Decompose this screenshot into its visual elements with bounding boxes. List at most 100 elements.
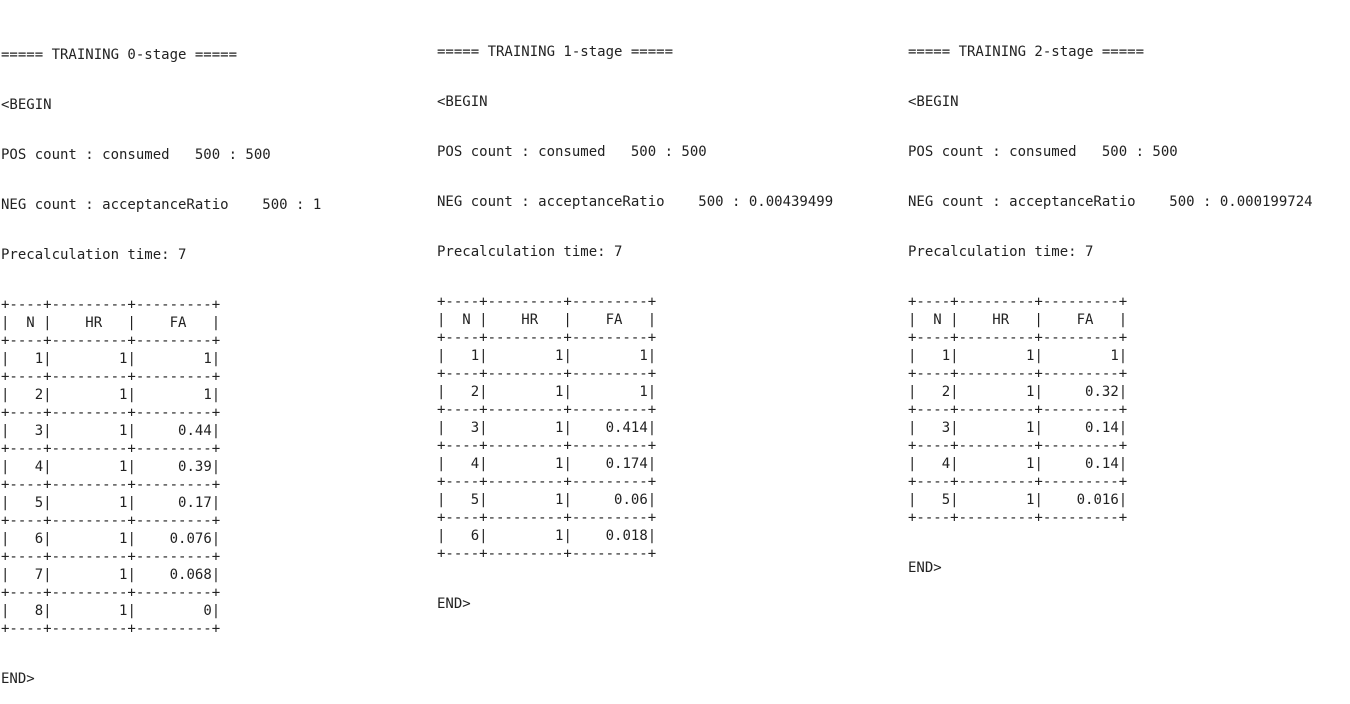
table-border: +----+---------+---------+ — [437, 474, 657, 490]
table-border: +----+---------+---------+ — [908, 294, 1128, 310]
cell-hr: 1 — [51, 423, 128, 439]
cell-hr: 1 — [958, 492, 1035, 508]
table-border: +----+---------+---------+ — [908, 366, 1128, 382]
table-border: +----+---------+---------+ — [1, 369, 221, 385]
table-border: +----+---------+---------+ — [437, 402, 657, 418]
cell-n: 1 — [916, 348, 951, 364]
pos-count-line: POS count : consumed 500 : 500 — [1, 147, 271, 163]
training-stage-0-log: ===== TRAINING 0-stage ===== <BEGIN POS … — [1, 14, 321, 704]
table-row: | 7| 1| 0.068| — [1, 567, 221, 583]
table-border: +----+---------+---------+ — [1, 513, 221, 529]
cell-n: 3 — [445, 420, 480, 436]
cell-n: 2 — [916, 384, 951, 400]
cell-fa: 0.44 — [135, 423, 212, 439]
precalculation-time-line: Precalculation time: 7 — [908, 244, 1094, 260]
end-marker: END> — [1, 671, 35, 687]
cell-hr: 1 — [51, 387, 128, 403]
stage-header: ===== TRAINING 1-stage ===== — [437, 44, 674, 60]
cell-n: 1 — [445, 348, 480, 364]
cell-fa: 0.17 — [135, 495, 212, 511]
cell-hr: 1 — [487, 528, 564, 544]
cell-n: 7 — [9, 567, 44, 583]
table-row: | 3| 1| 0.14| — [908, 420, 1128, 436]
table-border: +----+---------+---------+ — [437, 366, 657, 382]
cell-fa: 0.06 — [571, 492, 648, 508]
table-row: | 5| 1| 0.17| — [1, 495, 221, 511]
cell-hr: 1 — [487, 492, 564, 508]
table-border: +----+---------+---------+ — [1, 477, 221, 493]
begin-marker: <BEGIN — [437, 94, 488, 110]
cell-fa: 0.174 — [571, 456, 648, 472]
cell-fa: 0.016 — [1042, 492, 1119, 508]
cell-n: 8 — [9, 603, 44, 619]
cell-hr: 1 — [51, 351, 128, 367]
table-border: +----+---------+---------+ — [1, 621, 221, 637]
table-row: | 2| 1| 1| — [1, 387, 221, 403]
cell-fa: 0.14 — [1042, 420, 1119, 436]
cell-hr: 1 — [487, 456, 564, 472]
cell-hr: 1 — [51, 459, 128, 475]
neg-count-line: NEG count : acceptanceRatio 500 : 0.0043… — [437, 194, 834, 210]
table-row: | 1| 1| 1| — [437, 348, 657, 364]
table-border: +----+---------+---------+ — [908, 402, 1128, 418]
table-border: +----+---------+---------+ — [437, 294, 657, 310]
table-border: +----+---------+---------+ — [437, 546, 657, 562]
table-border: +----+---------+---------+ — [437, 510, 657, 526]
table-border: +----+---------+---------+ — [1, 585, 221, 601]
training-stage-2-log: ===== TRAINING 2-stage ===== <BEGIN POS … — [908, 11, 1313, 593]
table-row: | 3| 1| 0.44| — [1, 423, 221, 439]
cell-hr: 1 — [51, 531, 128, 547]
cell-n: 4 — [445, 456, 480, 472]
cell-fa: 0.32 — [1042, 384, 1119, 400]
end-marker: END> — [437, 596, 471, 612]
precalculation-time-line: Precalculation time: 7 — [437, 244, 623, 260]
stage-header: ===== TRAINING 2-stage ===== — [908, 44, 1145, 60]
training-stage-1-log: ===== TRAINING 1-stage ===== <BEGIN POS … — [437, 11, 833, 629]
cell-fa: 0.414 — [571, 420, 648, 436]
stats-table: +----+---------+---------+ | N | HR | FA … — [1, 296, 321, 638]
begin-marker: <BEGIN — [1, 97, 52, 113]
cell-n: 2 — [445, 384, 480, 400]
cell-fa: 0 — [135, 603, 212, 619]
table-border: +----+---------+---------+ — [908, 330, 1128, 346]
cell-fa: 1 — [135, 387, 212, 403]
table-row: | 6| 1| 0.076| — [1, 531, 221, 547]
table-row: | 4| 1| 0.39| — [1, 459, 221, 475]
cell-hr: 1 — [487, 348, 564, 364]
stage-header: ===== TRAINING 0-stage ===== — [1, 47, 238, 63]
begin-marker: <BEGIN — [908, 94, 959, 110]
cell-fa: 0.076 — [135, 531, 212, 547]
table-header-row: | N | HR | FA | — [1, 315, 221, 331]
cell-fa: 1 — [1042, 348, 1119, 364]
table-header-row: | N | HR | FA | — [908, 312, 1128, 328]
table-border: +----+---------+---------+ — [437, 330, 657, 346]
cell-n: 4 — [9, 459, 44, 475]
table-border: +----+---------+---------+ — [1, 441, 221, 457]
cell-fa: 0.068 — [135, 567, 212, 583]
stats-table: +----+---------+---------+ | N | HR | FA … — [437, 293, 833, 563]
table-border: +----+---------+---------+ — [1, 549, 221, 565]
cell-fa: 0.39 — [135, 459, 212, 475]
cell-n: 2 — [9, 387, 44, 403]
table-row: | 1| 1| 1| — [1, 351, 221, 367]
cell-hr: 1 — [51, 603, 128, 619]
table-border: +----+---------+---------+ — [1, 333, 221, 349]
cell-fa: 0.14 — [1042, 456, 1119, 472]
table-row: | 2| 1| 1| — [437, 384, 657, 400]
table-row: | 4| 1| 0.174| — [437, 456, 657, 472]
table-row: | 4| 1| 0.14| — [908, 456, 1128, 472]
table-border: +----+---------+---------+ — [1, 405, 221, 421]
table-row: | 1| 1| 1| — [908, 348, 1128, 364]
cell-n: 3 — [916, 420, 951, 436]
pos-count-line: POS count : consumed 500 : 500 — [908, 144, 1178, 160]
neg-count-line: NEG count : acceptanceRatio 500 : 1 — [1, 197, 322, 213]
precalculation-time-line: Precalculation time: 7 — [1, 247, 187, 263]
table-border: +----+---------+---------+ — [908, 510, 1128, 526]
cell-n: 5 — [445, 492, 480, 508]
table-border: +----+---------+---------+ — [1, 297, 221, 313]
cell-fa: 1 — [135, 351, 212, 367]
cell-fa: 1 — [571, 348, 648, 364]
table-border: +----+---------+---------+ — [437, 438, 657, 454]
cell-hr: 1 — [958, 420, 1035, 436]
table-header-row: | N | HR | FA | — [437, 312, 657, 328]
